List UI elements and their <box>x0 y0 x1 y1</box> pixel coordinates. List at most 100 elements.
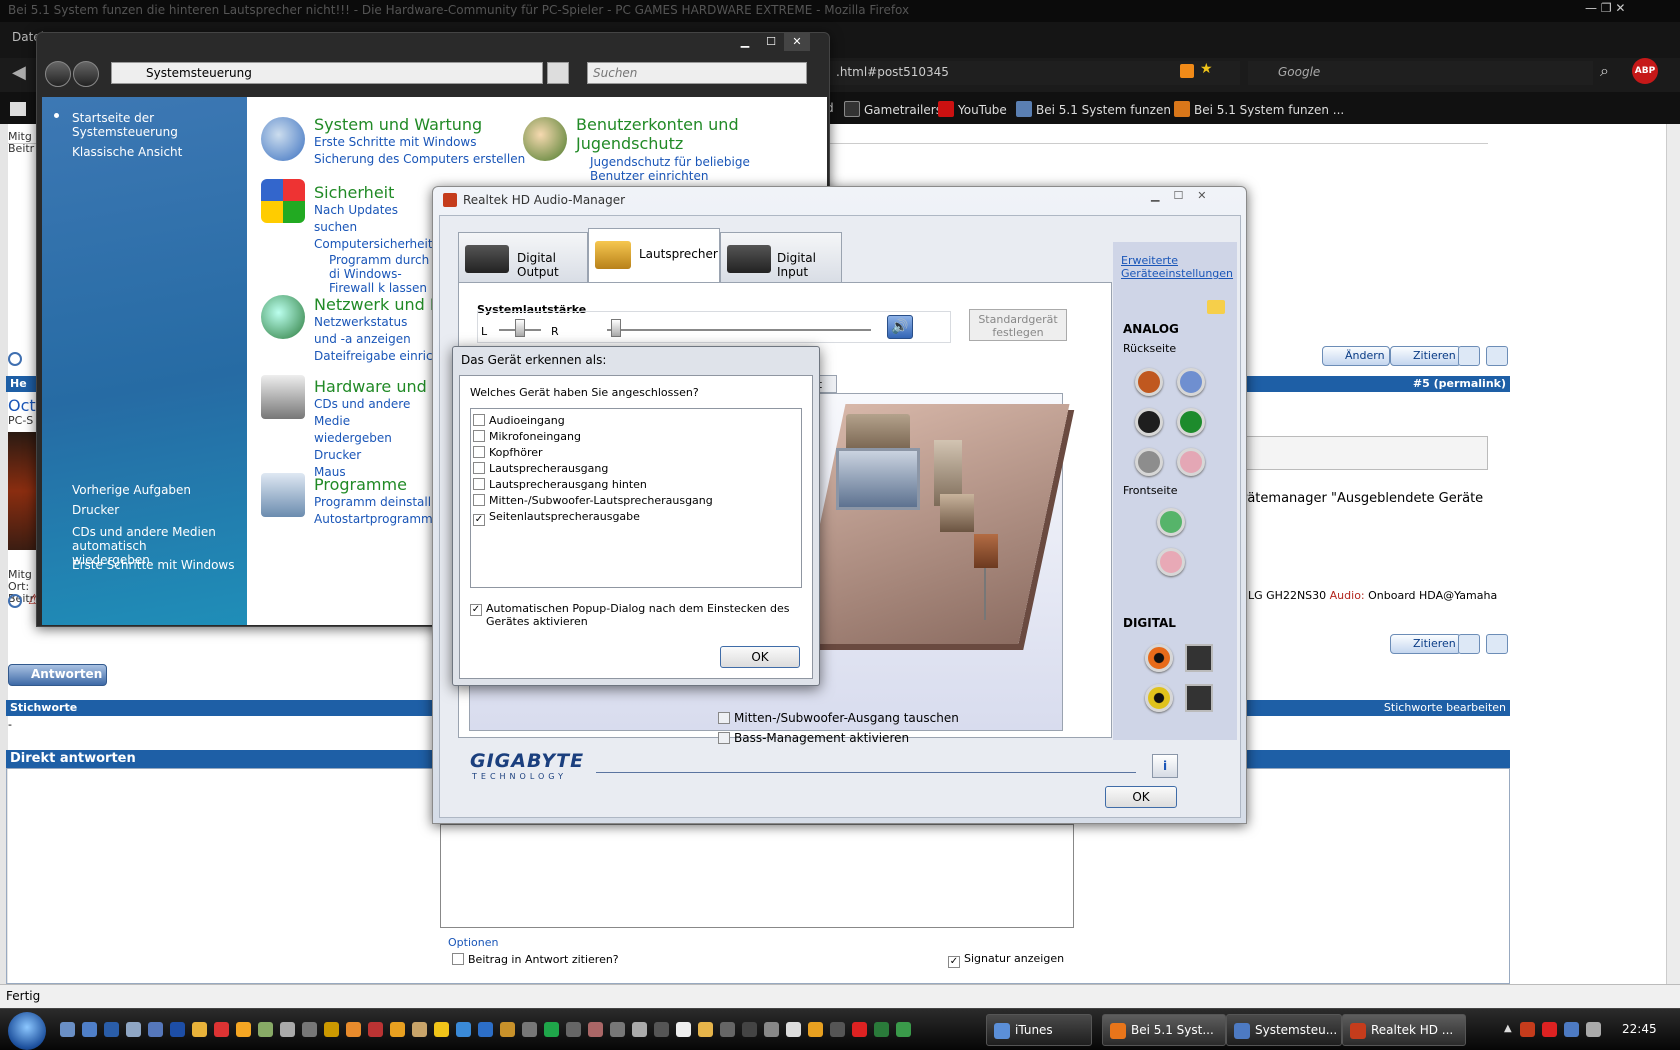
quicklaunch-icon[interactable] <box>874 1022 889 1037</box>
quicklaunch-icon[interactable] <box>720 1022 735 1037</box>
quicklaunch-icon[interactable] <box>324 1022 339 1037</box>
close-button[interactable]: ✕ <box>784 33 810 51</box>
reply-button[interactable]: Antworten <box>8 664 108 686</box>
start-button[interactable] <box>8 1012 46 1050</box>
maximize-button[interactable]: ☐ <box>758 33 784 51</box>
options-link[interactable]: Optionen <box>448 936 498 949</box>
quicklaunch-icon[interactable] <box>566 1022 581 1037</box>
spdif-optical-out-icon[interactable] <box>1185 644 1213 672</box>
star-icon[interactable]: ★ <box>1200 61 1213 77</box>
spdif-coax-out-icon[interactable] <box>1145 644 1173 672</box>
tray-realtek-icon[interactable] <box>1520 1022 1535 1037</box>
web-search-input[interactable]: Google <box>1248 61 1593 85</box>
tray-expand-icon[interactable]: ▲ <box>1504 1023 1512 1034</box>
quicklaunch-icon[interactable] <box>698 1022 713 1037</box>
sidebar-item-classic[interactable]: Klassische Ansicht <box>72 145 182 159</box>
quicklaunch-icon[interactable] <box>654 1022 669 1037</box>
quicklaunch-icon[interactable] <box>346 1022 361 1037</box>
quote-in-reply-checkbox[interactable]: Beitrag in Antwort zitieren? <box>452 953 619 966</box>
search-input[interactable]: Suchen <box>587 62 807 84</box>
quicklaunch-icon[interactable] <box>236 1022 251 1037</box>
quicklaunch-icon[interactable] <box>478 1022 493 1037</box>
multiquote-icon[interactable] <box>1458 346 1480 366</box>
tab-digital-output[interactable]: Digital Output <box>458 232 588 284</box>
jack-rear-black[interactable] <box>1135 408 1163 436</box>
task-realtek[interactable]: Realtek HD ... <box>1342 1014 1466 1046</box>
quicklaunch-icon[interactable] <box>214 1022 229 1037</box>
quote-button[interactable]: Zitieren <box>1390 346 1461 366</box>
firefox-window-controls[interactable]: — ❐ ✕ <box>1585 1 1625 15</box>
quicklaunch-icon[interactable] <box>170 1022 185 1037</box>
folder-icon[interactable] <box>1207 300 1225 314</box>
tab-digital-input[interactable]: Digital Input <box>720 232 842 284</box>
quicklaunch-icon[interactable] <box>830 1022 845 1037</box>
tray-network-icon[interactable] <box>1564 1022 1579 1037</box>
device-option[interactable]: Mitten-/Subwoofer-Lautsprecherausgang <box>473 493 799 509</box>
quicklaunch-icon[interactable] <box>808 1022 823 1037</box>
quicklaunch-icon[interactable] <box>280 1022 295 1037</box>
sidebar-item-printer[interactable]: Drucker <box>72 503 119 517</box>
quick-reply-icon-2[interactable] <box>1486 634 1508 654</box>
task-itunes[interactable]: iTunes <box>986 1014 1092 1046</box>
bookmark-gametrailers[interactable]: Gametrailers <box>844 101 942 117</box>
quick-reply-icon[interactable] <box>1486 346 1508 366</box>
info-icon[interactable]: i <box>1152 754 1178 778</box>
quicklaunch-icon[interactable] <box>456 1022 471 1037</box>
post-username[interactable]: Oct <box>8 396 36 415</box>
jack-rear-orange[interactable] <box>1135 368 1163 396</box>
back-icon[interactable] <box>45 61 71 87</box>
task-firefox[interactable]: Bei 5.1 Syst... <box>1102 1014 1226 1046</box>
jack-rear-blue[interactable] <box>1177 368 1205 396</box>
back-icon[interactable]: ◀ <box>12 62 36 86</box>
auto-popup-checkbox[interactable]: ✓ Automatischen Popup-Dialog nach dem Ein… <box>470 602 800 628</box>
quicklaunch-icon[interactable] <box>522 1022 537 1037</box>
realtek-window-controls[interactable]: ▁ ☐ ✕ <box>1151 189 1207 202</box>
quicklaunch-icon[interactable] <box>610 1022 625 1037</box>
signature-checkbox[interactable]: ✓ Signatur anzeigen <box>948 952 1064 968</box>
quicklaunch-icon[interactable] <box>500 1022 515 1037</box>
quicklaunch-icon[interactable] <box>390 1022 405 1037</box>
jack-front-pink[interactable] <box>1157 548 1185 576</box>
quicklaunch-icon[interactable] <box>434 1022 449 1037</box>
balance-slider[interactable] <box>515 319 525 337</box>
sidebar-item-getting-started[interactable]: Erste Schritte mit Windows <box>72 558 234 572</box>
quicklaunch-icon[interactable] <box>544 1022 559 1037</box>
swap-center-sub-checkbox[interactable]: Mitten-/Subwoofer-Ausgang tauschen <box>718 711 959 725</box>
jack-rear-pink[interactable] <box>1177 448 1205 476</box>
quicklaunch-icon[interactable] <box>632 1022 647 1037</box>
set-default-button[interactable]: Standardgerät festlegen <box>969 309 1067 341</box>
quicklaunch-icon[interactable] <box>412 1022 427 1037</box>
spdif-optical-in-icon[interactable] <box>1185 684 1213 712</box>
spdif-coax-in-icon[interactable] <box>1145 684 1173 712</box>
quicklaunch-icon[interactable] <box>148 1022 163 1037</box>
realtek-ok-button[interactable]: OK <box>1105 786 1177 808</box>
tray-volume-icon[interactable] <box>1586 1022 1601 1037</box>
quicklaunch-icon[interactable] <box>368 1022 383 1037</box>
quicklaunch-icon[interactable] <box>302 1022 317 1037</box>
search-icon[interactable]: ⌕ <box>1600 61 1609 81</box>
advanced-settings-link[interactable]: Erweiterte Geräteeinstellungen <box>1121 254 1233 280</box>
device-option[interactable]: Lautsprecherausgang <box>473 461 799 477</box>
quicklaunch-icon[interactable] <box>258 1022 273 1037</box>
task-control-panel[interactable]: Systemsteu... <box>1226 1014 1342 1046</box>
quote-button-2[interactable]: Zitieren <box>1390 634 1461 654</box>
quicklaunch-icon[interactable] <box>60 1022 75 1037</box>
quicklaunch-icon[interactable] <box>852 1022 867 1037</box>
dialog-ok-button[interactable]: OK <box>720 646 800 668</box>
device-option[interactable]: Kopfhörer <box>473 445 799 461</box>
volume-slider[interactable] <box>611 319 621 337</box>
quicklaunch-icon[interactable] <box>896 1022 911 1037</box>
jack-rear-green[interactable] <box>1177 408 1205 436</box>
bookmarks-folder-icon[interactable] <box>10 102 26 116</box>
forward-icon[interactable] <box>73 61 99 87</box>
edit-button[interactable]: Ändern <box>1322 346 1390 366</box>
device-option[interactable]: Audioeingang <box>473 413 799 429</box>
address-bar[interactable]: Systemsteuerung <box>111 62 543 84</box>
reply-textarea[interactable] <box>440 824 1074 928</box>
bookmark-youtube[interactable]: YouTube <box>938 101 1007 117</box>
page-scrollbar[interactable] <box>1666 124 1680 984</box>
quicklaunch-icon[interactable] <box>742 1022 757 1037</box>
tray-antivirus-icon[interactable] <box>1542 1022 1557 1037</box>
mute-icon[interactable]: 🔊 <box>887 315 913 339</box>
bass-management-checkbox[interactable]: Bass-Management aktivieren <box>718 731 909 745</box>
